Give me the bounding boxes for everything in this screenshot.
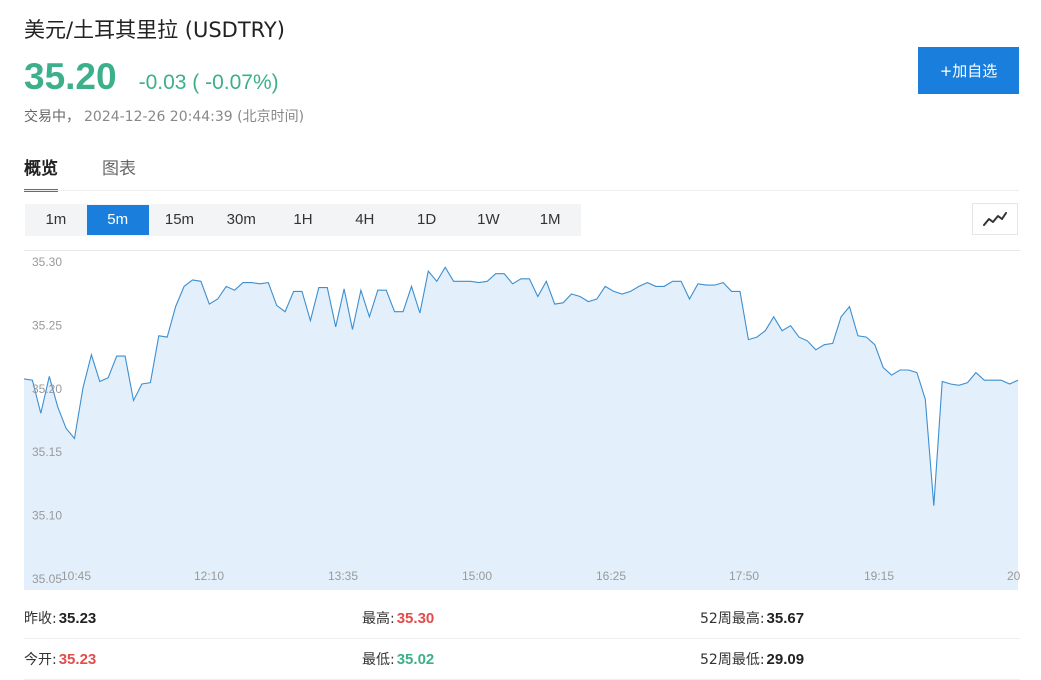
tabs-divider [24, 190, 1019, 191]
chart-type-button[interactable] [972, 203, 1018, 235]
y-tick-label: 35.30 [32, 255, 62, 269]
x-tick-label: 13:35 [328, 569, 358, 583]
interval-selector: 1m 5m 15m 30m 1H 4H 1D 1W 1M [25, 204, 581, 236]
stats-row: 昨收: 35.23 最高: 35.30 52周最高: 35.67 [24, 598, 1020, 639]
x-tick-label: 10:45 [61, 569, 91, 583]
stat-value: 35.30 [396, 610, 435, 627]
interval-15m[interactable]: 15m [149, 205, 211, 235]
stats-panel: 昨收: 35.23 最高: 35.30 52周最高: 35.67 今开: 35.23 最… [24, 598, 1020, 680]
stat-label: 最低: [362, 652, 395, 668]
y-tick-label: 35.15 [32, 445, 62, 459]
x-tick-label: 12:10 [194, 569, 224, 583]
interval-1h[interactable]: 1H [272, 205, 334, 235]
stat-value: 35.23 [58, 610, 97, 627]
price-chart[interactable]: 35.30 35.25 35.20 35.15 35.10 35.05 10:45 12:10… [24, 250, 1020, 590]
stat-label: 今开: [24, 652, 57, 668]
x-tick-label: 16:25 [596, 569, 626, 583]
stat-open: 今开: 35.23 [24, 649, 96, 669]
stat-high: 最高: 35.30 [362, 608, 434, 628]
stat-52wk-low: 52周最低: 29.09 [700, 649, 804, 669]
tab-bar: 概览 图表 [24, 150, 180, 192]
x-tick-label: 20:4 [1007, 569, 1020, 583]
stats-row: 今开: 35.23 最低: 35.02 52周最低: 29.09 [24, 639, 1020, 680]
price-chart-svg: 35.30 35.25 35.20 35.15 35.10 35.0510:45 12:10… [24, 250, 1020, 590]
x-tick-label: 15:00 [462, 569, 492, 583]
trading-status: 交易中， 2024-12-26 20:44:39 (北京时间) [24, 106, 304, 126]
y-tick-label: 35.10 [32, 509, 62, 523]
stat-52wk-high: 52周最高: 35.67 [700, 608, 804, 628]
stat-value: 29.09 [766, 651, 805, 668]
timestamp: 2024-12-26 20:44:39 (北京时间) [84, 109, 305, 125]
interval-30m[interactable]: 30m [210, 205, 272, 235]
stat-prev-close: 昨收: 35.23 [24, 608, 96, 628]
interval-1d[interactable]: 1D [396, 205, 458, 235]
line-chart-icon [983, 212, 1007, 226]
y-tick-label: 35.25 [32, 318, 62, 332]
interval-1w[interactable]: 1W [457, 205, 519, 235]
y-tick-label: 35.05 [32, 572, 62, 586]
price-row: 35.20 -0.03 ( -0.07%) [24, 56, 279, 98]
status-label: 交易中， [24, 109, 80, 125]
stat-low: 最低: 35.02 [362, 649, 434, 669]
x-tick-label: 17:50 [729, 569, 759, 583]
stat-label: 最高: [362, 611, 395, 627]
stat-label: 昨收: [24, 611, 57, 627]
price-change: -0.03 ( -0.07%) [138, 71, 279, 94]
tab-overview[interactable]: 概览 [24, 150, 58, 192]
stat-value: 35.23 [58, 651, 97, 668]
stat-label: 52周最高: [700, 611, 765, 627]
interval-4h[interactable]: 4H [334, 205, 396, 235]
interval-1mo[interactable]: 1M [519, 205, 581, 235]
interval-5m[interactable]: 5m [86, 205, 149, 235]
tab-chart[interactable]: 图表 [102, 150, 136, 192]
stat-value: 35.02 [396, 651, 435, 668]
add-watchlist-button[interactable]: +加自选 [918, 47, 1019, 94]
stat-label: 52周最低: [700, 652, 765, 668]
interval-1m[interactable]: 1m [25, 205, 87, 235]
x-tick-label: 19:15 [864, 569, 894, 583]
page-title: 美元/土耳其里拉 (USDTRY) [24, 18, 285, 42]
current-price: 35.20 [24, 56, 117, 97]
y-tick-label: 35.20 [32, 382, 62, 396]
stat-value: 35.67 [766, 610, 805, 627]
